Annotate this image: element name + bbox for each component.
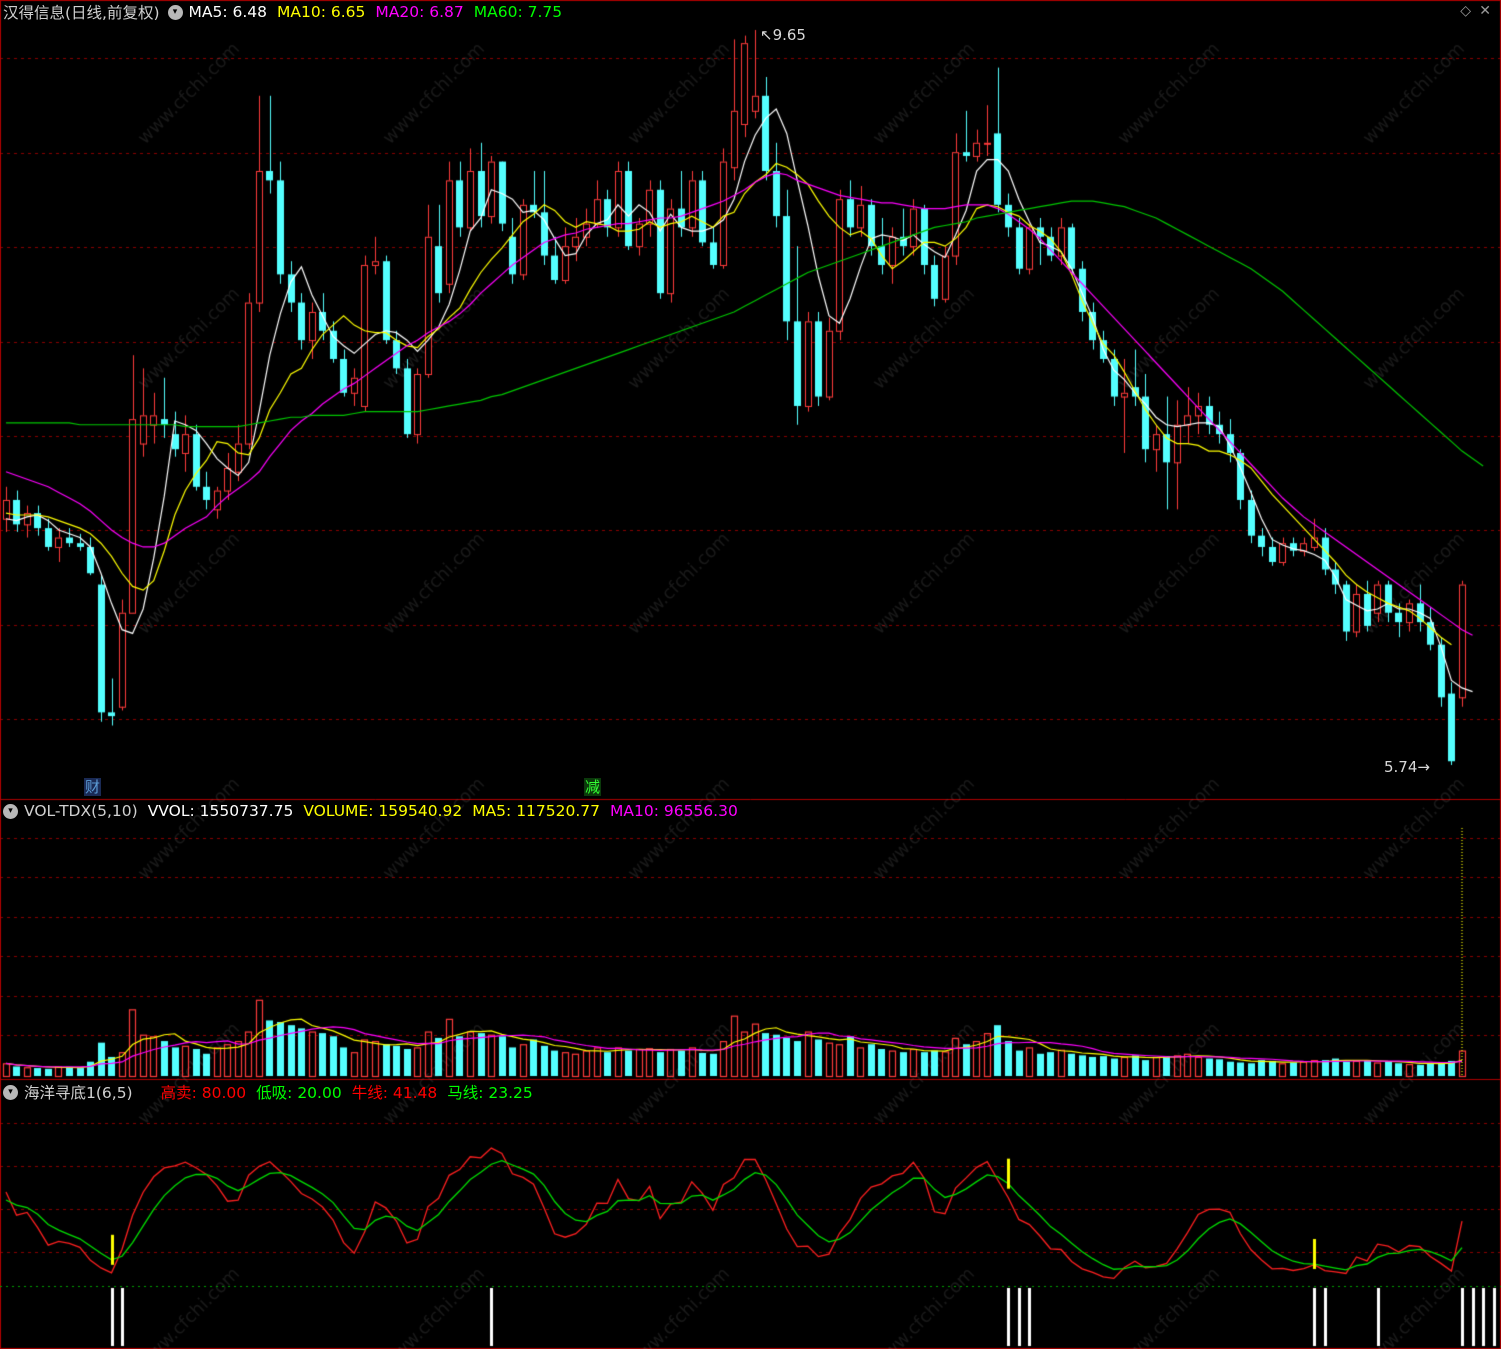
vol-indicator-label: VVOL: bbox=[147, 802, 195, 820]
vol-indicator-value: 96556.30 bbox=[658, 802, 738, 820]
ma-indicator-3: MA60: 7.75 bbox=[474, 3, 562, 21]
vol-indicator-value: 1550737.75 bbox=[194, 802, 294, 820]
stock-title: 汉得信息(日线,前复权) bbox=[3, 4, 160, 22]
volume-title: VOL-TDX(5,10) bbox=[24, 802, 138, 820]
diamond-icon[interactable]: ◇ bbox=[1460, 3, 1471, 19]
event-tag-finance[interactable]: 财 bbox=[84, 778, 102, 796]
main-pane-header: 汉得信息(日线,前复权) ▾ MA5: 6.48 MA10: 6.65 MA20: … bbox=[3, 1, 572, 23]
ma-indicator-value: 6.87 bbox=[424, 3, 464, 21]
ma-indicator-value: 6.48 bbox=[227, 3, 268, 21]
volume-indicator-list: VVOL: 1550737.75 VOLUME: 159540.92 MA5: 11… bbox=[148, 802, 748, 820]
vol-indicator-label: MA5: bbox=[472, 802, 512, 820]
high-price-label: ↖9.65 bbox=[760, 26, 806, 44]
ma-indicator-label: MA10: bbox=[277, 3, 326, 21]
sea-indicator-0: 高卖: 80.00 bbox=[161, 1084, 247, 1102]
low-price-value: 5.74 bbox=[1384, 758, 1418, 776]
ma-indicator-value: 6.65 bbox=[325, 3, 366, 21]
ma-indicator-label: MA20: bbox=[375, 3, 425, 21]
low-price-label: 5.74→ bbox=[1384, 758, 1430, 776]
sea-indicator-3: 马线: 23.25 bbox=[447, 1084, 533, 1102]
main-indicator-list: MA5: 6.48 MA10: 6.65 MA20: 6.87 MA60: 7.75 bbox=[189, 3, 573, 21]
sea-indicator-value: 80.00 bbox=[196, 1084, 247, 1102]
vol-indicator-0: VVOL: 1550737.75 bbox=[148, 802, 294, 820]
ma-indicator-2: MA20: 6.87 bbox=[375, 3, 463, 21]
indicator-pane-header: ▾ 海洋寻底1(6,5) 高卖: 80.00 低吸: 20.00 牛线: 41.48… bbox=[3, 1081, 543, 1103]
sea-indicator-value: 20.00 bbox=[292, 1084, 342, 1102]
vol-indicator-1: VOLUME: 159540.92 bbox=[303, 802, 462, 820]
vol-indicator-label: VOLUME: bbox=[303, 802, 374, 820]
volume-pane-header: ▾ VOL-TDX(5,10) VVOL: 1550737.75 VOLUME: … bbox=[3, 800, 748, 822]
sea-indicator-label: 马线: bbox=[447, 1084, 484, 1102]
ma-indicator-label: MA5: bbox=[188, 3, 228, 21]
vol-indicator-value: 159540.92 bbox=[373, 802, 463, 820]
volume-settings-circle-icon[interactable]: ▾ bbox=[3, 803, 18, 819]
vol-indicator-label: MA10: bbox=[610, 802, 659, 820]
vol-indicator-value: 117520.77 bbox=[511, 802, 601, 820]
sea-indicator-2: 牛线: 41.48 bbox=[352, 1084, 438, 1102]
close-icon[interactable]: ✕ bbox=[1479, 3, 1491, 19]
vol-indicator-3: MA10: 96556.30 bbox=[610, 802, 738, 820]
sea-indicator-label: 牛线: bbox=[351, 1084, 388, 1102]
ma-indicator-1: MA10: 6.65 bbox=[277, 3, 365, 21]
kline-chart-canvas[interactable] bbox=[0, 0, 1501, 1349]
sea-indicator-value: 23.25 bbox=[483, 1084, 533, 1102]
sea-indicator-value: 41.48 bbox=[387, 1084, 438, 1102]
sea-indicator-label: 高卖: bbox=[160, 1084, 197, 1102]
ma-indicator-label: MA60: bbox=[473, 3, 523, 21]
ma-indicator-0: MA5: 6.48 bbox=[189, 3, 268, 21]
indicator-value-list: 高卖: 80.00 低吸: 20.00 牛线: 41.48 马线: 23.25 bbox=[161, 1081, 543, 1103]
sea-indicator-1: 低吸: 20.00 bbox=[256, 1084, 342, 1102]
sea-indicator-label: 低吸: bbox=[256, 1084, 293, 1102]
settings-circle-icon[interactable]: ▾ bbox=[167, 4, 183, 20]
high-price-value: 9.65 bbox=[772, 26, 806, 44]
vol-indicator-2: MA5: 117520.77 bbox=[472, 802, 600, 820]
event-tag-reduce[interactable]: 减 bbox=[584, 778, 602, 796]
indicator-settings-circle-icon[interactable]: ▾ bbox=[3, 1084, 18, 1100]
ma-indicator-value: 7.75 bbox=[522, 3, 563, 21]
indicator-title: 海洋寻底1(6,5) bbox=[24, 1084, 133, 1102]
